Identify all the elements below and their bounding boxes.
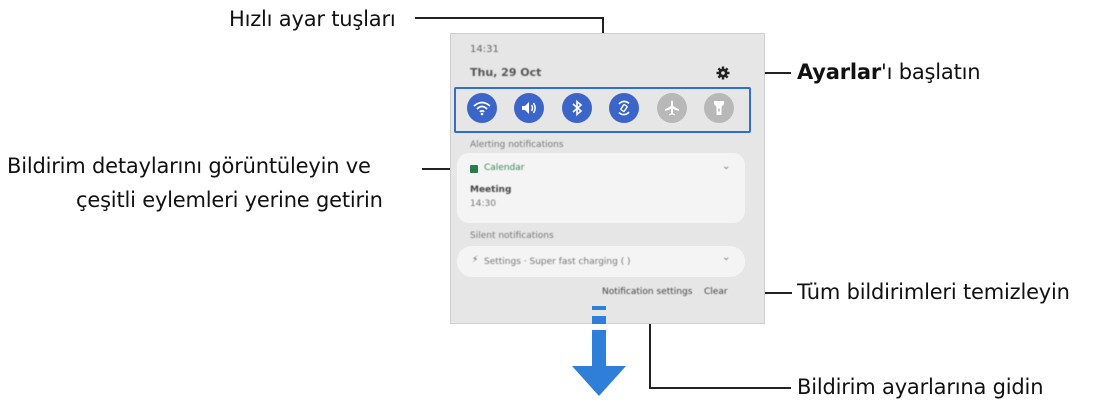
swipe-down-arrow-icon xyxy=(572,306,626,396)
callout-notif-details-line1: Bildirim detaylarını görüntüleyin ve xyxy=(7,154,371,178)
clear-button[interactable]: Clear xyxy=(704,287,728,297)
expand-chevron-icon[interactable]: ⌄ xyxy=(722,161,730,172)
sound-toggle[interactable] xyxy=(514,93,544,123)
leader-notif-settings-h xyxy=(649,387,791,389)
settings-gear-icon[interactable] xyxy=(716,66,730,80)
meeting-time: 14:30 xyxy=(470,199,496,209)
silent-item-text: Settings · Super fast charging ( ) xyxy=(484,257,631,267)
notification-settings-button[interactable]: Notification settings xyxy=(602,287,692,297)
alerting-header: Alerting notifications xyxy=(470,140,564,150)
callout-launch-settings: Ayarlar'ı başlatın xyxy=(797,59,981,86)
callout-notif-details-line2: çeşitli eylemleri yerine getirin xyxy=(76,188,383,212)
charging-icon: ⚡ xyxy=(472,255,479,265)
wifi-icon xyxy=(473,101,491,116)
silent-header: Silent notifications xyxy=(470,231,554,241)
callout-settings-rest: 'ı başlatın xyxy=(881,60,981,84)
meeting-title: Meeting xyxy=(470,185,512,195)
leader-quick-settings-h xyxy=(415,17,603,19)
status-time: 14:31 xyxy=(470,44,499,55)
auto-rotate-icon xyxy=(618,100,630,116)
silent-chevron-icon[interactable]: ⌄ xyxy=(722,252,730,263)
flashlight-icon xyxy=(714,101,724,115)
bluetooth-toggle[interactable] xyxy=(562,93,592,123)
calendar-app-icon xyxy=(470,165,478,173)
auto-rotate-toggle[interactable] xyxy=(609,93,639,123)
flashlight-toggle[interactable] xyxy=(704,93,734,123)
callout-clear-all: Tüm bildirimleri temizleyin xyxy=(797,280,1070,304)
calendar-app-name: Calendar xyxy=(484,163,525,173)
callout-settings-bold: Ayarlar xyxy=(797,60,882,84)
callout-notif-settings: Bildirim ayarlarına gidin xyxy=(797,375,1044,399)
bluetooth-icon xyxy=(572,99,583,117)
status-date: Thu, 29 Oct xyxy=(470,66,542,79)
wifi-toggle[interactable] xyxy=(467,93,497,123)
sound-icon xyxy=(522,102,536,114)
callout-quick-settings: Hızlı ayar tuşları xyxy=(229,7,396,31)
airplane-icon xyxy=(665,100,679,116)
airplane-toggle[interactable] xyxy=(657,93,687,123)
